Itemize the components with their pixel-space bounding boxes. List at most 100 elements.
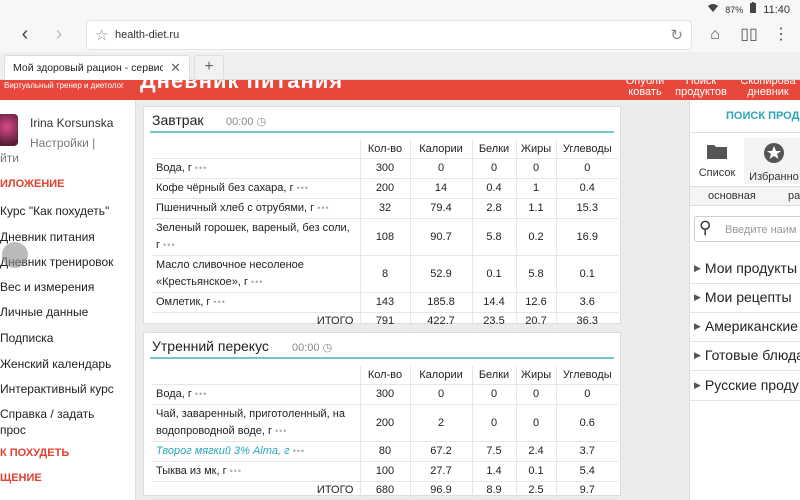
product-category[interactable]: ▶ Готовые блюда (694, 347, 800, 363)
reload-icon[interactable]: ↻ (670, 26, 683, 44)
nutrition-value: 5.8 (471, 218, 516, 256)
food-name: Омлетик, г (156, 295, 211, 308)
meal-panel-morning-snack: Утренний перекус 00:00 ◷ Кол-во Калории Бе… (143, 332, 621, 500)
more-options-icon[interactable]: ••• (163, 240, 175, 250)
product-search-input[interactable]: ⚲ Введите наим (694, 216, 800, 242)
copy-diary-link[interactable]: Скопирова дневник (734, 80, 800, 98)
sidebar-item[interactable]: К ПОХУДЕТЬ (0, 447, 69, 459)
sidebar-item[interactable]: Курс "Как похудеть" (0, 204, 109, 218)
search-products-link[interactable]: Поиск продуктов (672, 80, 730, 98)
food-row[interactable]: Кофе чёрный без сахара, г ••• 200 14 0.4 1 0.4 (152, 178, 618, 199)
tab-favorites[interactable]: Избранно (744, 138, 800, 184)
food-row[interactable]: Зеленый горошек, вареный, без соли, г •••… (152, 218, 618, 256)
nutrition-value[interactable]: 108 (359, 218, 410, 256)
meal-title: Утренний перекус (152, 338, 269, 354)
nutrition-value[interactable]: 32 (359, 198, 410, 219)
more-options-icon[interactable]: ••• (317, 203, 329, 213)
food-name[interactable]: Творог мягкий 3% Alma, г (156, 445, 290, 457)
food-row[interactable]: Пшеничный хлеб с отрубями, г ••• 32 79.4 2.8… (152, 198, 618, 219)
meal-title: Завтрак (152, 112, 204, 128)
nutrition-value: 0 (471, 384, 516, 405)
new-tab-button[interactable]: + (194, 55, 224, 80)
nutrition-value: 15.3 (555, 198, 618, 219)
product-category-label: Мои рецепты (704, 289, 792, 305)
battery-percent: 87% (725, 4, 744, 15)
nutrition-value[interactable]: 100 (359, 461, 410, 482)
sidebar-item[interactable]: Личные данные (0, 305, 88, 319)
food-row[interactable]: Чай, заваренный, приготоленный, на водоп… (152, 404, 618, 442)
sub-tab-other[interactable]: ра (788, 190, 800, 202)
sidebar-item[interactable]: Справка / задать (0, 407, 94, 421)
nutrition-value[interactable]: 300 (359, 384, 410, 405)
nutrition-value[interactable]: 8 (359, 255, 410, 293)
sidebar-item[interactable]: прос (0, 423, 26, 437)
nutrition-value: 0 (409, 158, 472, 179)
total-value: 20.7 (515, 312, 556, 331)
close-tab-icon[interactable]: ✕ (170, 60, 181, 76)
column-header: Калории (409, 140, 472, 159)
address-bar[interactable]: ☆ health-diet.ru ↻ (86, 20, 692, 50)
sidebar-item[interactable]: Вес и измерения (0, 280, 94, 294)
food-row[interactable]: Омлетик, г ••• 143 185.8 14.4 12.6 3.6 (152, 292, 618, 313)
home-icon[interactable]: ⌂ (704, 24, 726, 46)
food-name: Кофе чёрный без сахара, г (156, 181, 294, 194)
nutrition-value[interactable]: 200 (359, 404, 410, 442)
nutrition-value[interactable]: 300 (359, 158, 410, 179)
meal-time[interactable]: 00:00 ◷ (292, 341, 332, 354)
site-subtitle: Виртуальный тренер и диетолог (4, 81, 124, 90)
more-options-icon[interactable]: ••• (230, 466, 242, 476)
sub-tab-main[interactable]: основная (708, 190, 756, 202)
logout-link[interactable]: йти (0, 151, 19, 165)
more-options-icon[interactable]: ••• (297, 183, 309, 193)
url-text: health-diet.ru (115, 29, 180, 41)
publish-link[interactable]: Опубли ковать (622, 80, 668, 98)
sidebar-item[interactable]: ЩЕНИЕ (0, 472, 42, 484)
product-category[interactable]: ▶ Русские проду (694, 377, 799, 393)
more-options-icon[interactable]: ••• (195, 163, 207, 173)
product-category[interactable]: ▶ Мои продукты (694, 260, 797, 276)
back-icon[interactable]: ‹ (12, 22, 38, 48)
product-category[interactable]: ▶ Американские (694, 318, 798, 334)
nutrition-value[interactable]: 200 (359, 178, 410, 199)
more-options-icon[interactable]: ••• (293, 446, 305, 456)
wifi-icon (707, 3, 719, 16)
sidebar-item[interactable]: Женский календарь (0, 357, 111, 371)
browser-tab[interactable]: Мой здоровый рацион - сервис в... ✕ (4, 55, 190, 80)
more-options-icon[interactable]: ••• (213, 297, 225, 307)
bookmark-star-icon[interactable]: ☆ (95, 26, 108, 44)
nutrition-value: 90.7 (409, 218, 472, 256)
nutrition-value: 0.1 (471, 255, 516, 293)
nutrition-value[interactable]: 80 (359, 441, 410, 462)
user-name[interactable]: Irina Korsunska (30, 116, 113, 130)
menu-icon[interactable]: ⋮ (770, 24, 792, 46)
settings-link[interactable]: Настройки | (30, 136, 95, 150)
food-row[interactable]: Тыква из мк, г ••• 100 27.7 1.4 0.1 5.4 (152, 461, 618, 482)
food-row[interactable]: Вода, г ••• 300 0 0 0 0 (152, 384, 618, 405)
sidebar-item[interactable]: Подписка (0, 331, 53, 345)
nutrition-value: 0.6 (555, 404, 618, 442)
nutrition-value: 7.5 (471, 441, 516, 462)
more-options-icon[interactable]: ••• (251, 277, 263, 287)
food-row[interactable]: Масло сливочное несоленое «Крестьянское»… (152, 255, 618, 293)
more-options-icon[interactable]: ••• (195, 389, 207, 399)
forward-icon[interactable]: › (46, 22, 72, 48)
scroll-handle[interactable] (2, 242, 28, 268)
meal-time[interactable]: 00:00 ◷ (226, 115, 266, 128)
nutrition-value[interactable]: 143 (359, 292, 410, 313)
product-category[interactable]: ▶ Мои рецепты (694, 289, 792, 305)
sidebar-item[interactable]: Интерактивный курс (0, 382, 114, 396)
sidebar-item[interactable]: ИЛОЖЕНИЕ (0, 178, 65, 190)
avatar[interactable] (0, 114, 18, 146)
nutrition-value: 185.8 (409, 292, 472, 313)
food-table: Кол-во Калории Белки Жиры Углеводы Вода, г •••… (152, 140, 618, 331)
column-header: Кол-во (359, 366, 410, 385)
product-search-title[interactable]: ПОИСК ПРОДУ (726, 110, 800, 122)
nutrition-value: 0.1 (515, 461, 556, 482)
food-row[interactable]: Вода, г ••• 300 0 0 0 0 (152, 158, 618, 179)
nutrition-value: 0 (409, 384, 472, 405)
reading-mode-icon[interactable]: ▯▯ (738, 24, 760, 46)
tab-list[interactable]: Список (690, 138, 744, 184)
column-header: Кол-во (359, 140, 410, 159)
food-row[interactable]: Творог мягкий 3% Alma, г ••• 80 67.2 7.5 2.4 3… (152, 441, 618, 462)
more-options-icon[interactable]: ••• (275, 426, 287, 436)
